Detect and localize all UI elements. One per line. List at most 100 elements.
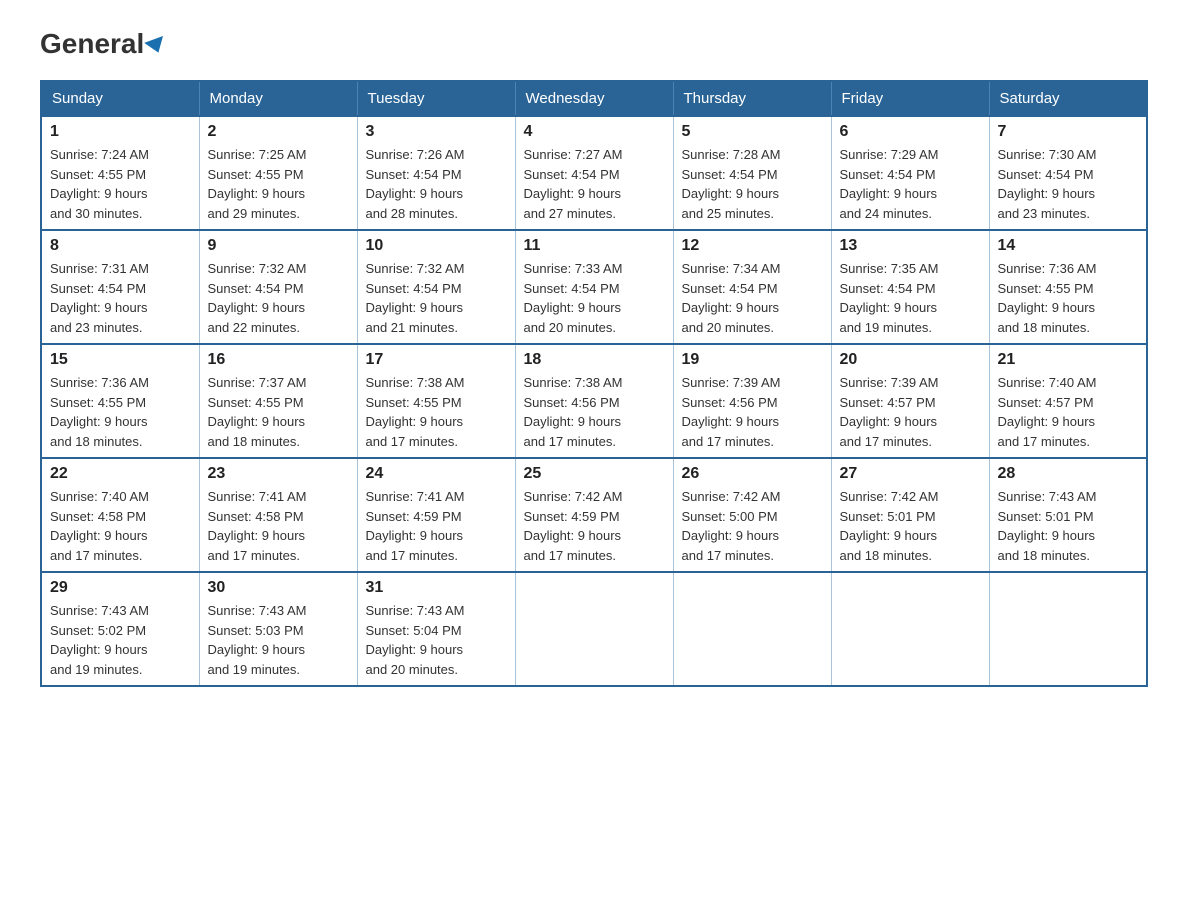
day-number: 28 — [998, 465, 1139, 483]
calendar-cell: 31 Sunrise: 7:43 AMSunset: 5:04 PMDayligh… — [357, 572, 515, 686]
calendar-cell: 24 Sunrise: 7:41 AMSunset: 4:59 PMDayligh… — [357, 458, 515, 572]
calendar-table: SundayMondayTuesdayWednesdayThursdayFrid… — [40, 80, 1148, 687]
day-header-wednesday: Wednesday — [515, 81, 673, 116]
page-header: General — [40, 30, 1148, 60]
day-number: 23 — [208, 465, 349, 483]
calendar-cell: 3 Sunrise: 7:26 AMSunset: 4:54 PMDaylight… — [357, 116, 515, 230]
day-info: Sunrise: 7:25 AMSunset: 4:55 PMDaylight:… — [208, 145, 349, 223]
day-number: 16 — [208, 351, 349, 369]
day-info: Sunrise: 7:35 AMSunset: 4:54 PMDaylight:… — [840, 259, 981, 337]
day-info: Sunrise: 7:31 AMSunset: 4:54 PMDaylight:… — [50, 259, 191, 337]
day-info: Sunrise: 7:43 AMSunset: 5:02 PMDaylight:… — [50, 601, 191, 679]
day-number: 5 — [682, 123, 823, 141]
calendar-cell: 11 Sunrise: 7:33 AMSunset: 4:54 PMDayligh… — [515, 230, 673, 344]
calendar-header-row: SundayMondayTuesdayWednesdayThursdayFrid… — [41, 81, 1147, 116]
day-info: Sunrise: 7:42 AMSunset: 5:00 PMDaylight:… — [682, 487, 823, 565]
day-number: 1 — [50, 123, 191, 141]
logo: General — [40, 30, 166, 60]
day-number: 14 — [998, 237, 1139, 255]
calendar-week-row: 1 Sunrise: 7:24 AMSunset: 4:55 PMDaylight… — [41, 116, 1147, 230]
calendar-cell: 7 Sunrise: 7:30 AMSunset: 4:54 PMDaylight… — [989, 116, 1147, 230]
day-number: 4 — [524, 123, 665, 141]
calendar-cell: 8 Sunrise: 7:31 AMSunset: 4:54 PMDaylight… — [41, 230, 199, 344]
calendar-cell: 14Sunrise: 7:36 AMSunset: 4:55 PMDayligh… — [989, 230, 1147, 344]
day-number: 31 — [366, 579, 507, 597]
day-number: 22 — [50, 465, 191, 483]
day-info: Sunrise: 7:43 AMSunset: 5:04 PMDaylight:… — [366, 601, 507, 679]
day-info: Sunrise: 7:40 AMSunset: 4:57 PMDaylight:… — [998, 373, 1139, 451]
calendar-cell — [673, 572, 831, 686]
calendar-week-row: 8 Sunrise: 7:31 AMSunset: 4:54 PMDaylight… — [41, 230, 1147, 344]
calendar-cell: 19 Sunrise: 7:39 AMSunset: 4:56 PMDayligh… — [673, 344, 831, 458]
calendar-cell: 13 Sunrise: 7:35 AMSunset: 4:54 PMDayligh… — [831, 230, 989, 344]
day-number: 11 — [524, 237, 665, 255]
day-number: 13 — [840, 237, 981, 255]
day-number: 26 — [682, 465, 823, 483]
day-info: Sunrise: 7:39 AMSunset: 4:57 PMDaylight:… — [840, 373, 981, 451]
day-number: 6 — [840, 123, 981, 141]
calendar-week-row: 29 Sunrise: 7:43 AMSunset: 5:02 PMDayligh… — [41, 572, 1147, 686]
day-info: Sunrise: 7:36 AMSunset: 4:55 PMDaylight:… — [50, 373, 191, 451]
day-header-sunday: Sunday — [41, 81, 199, 116]
calendar-cell: 29 Sunrise: 7:43 AMSunset: 5:02 PMDayligh… — [41, 572, 199, 686]
day-number: 12 — [682, 237, 823, 255]
day-number: 21 — [998, 351, 1139, 369]
day-info: Sunrise: 7:43 AMSunset: 5:01 PMDaylight:… — [998, 487, 1139, 565]
day-header-tuesday: Tuesday — [357, 81, 515, 116]
day-number: 27 — [840, 465, 981, 483]
day-number: 24 — [366, 465, 507, 483]
calendar-cell: 16 Sunrise: 7:37 AMSunset: 4:55 PMDayligh… — [199, 344, 357, 458]
calendar-cell: 25 Sunrise: 7:42 AMSunset: 4:59 PMDayligh… — [515, 458, 673, 572]
day-info: Sunrise: 7:39 AMSunset: 4:56 PMDaylight:… — [682, 373, 823, 451]
calendar-cell: 30Sunrise: 7:43 AMSunset: 5:03 PMDayligh… — [199, 572, 357, 686]
day-info: Sunrise: 7:38 AMSunset: 4:56 PMDaylight:… — [524, 373, 665, 451]
day-info: Sunrise: 7:37 AMSunset: 4:55 PMDaylight:… — [208, 373, 349, 451]
calendar-cell: 26 Sunrise: 7:42 AMSunset: 5:00 PMDayligh… — [673, 458, 831, 572]
day-number: 3 — [366, 123, 507, 141]
day-number: 19 — [682, 351, 823, 369]
day-info: Sunrise: 7:40 AMSunset: 4:58 PMDaylight:… — [50, 487, 191, 565]
day-header-monday: Monday — [199, 81, 357, 116]
day-number: 7 — [998, 123, 1139, 141]
day-info: Sunrise: 7:30 AMSunset: 4:54 PMDaylight:… — [998, 145, 1139, 223]
day-info: Sunrise: 7:26 AMSunset: 4:54 PMDaylight:… — [366, 145, 507, 223]
calendar-cell: 28 Sunrise: 7:43 AMSunset: 5:01 PMDayligh… — [989, 458, 1147, 572]
day-number: 29 — [50, 579, 191, 597]
day-number: 8 — [50, 237, 191, 255]
calendar-cell: 27 Sunrise: 7:42 AMSunset: 5:01 PMDayligh… — [831, 458, 989, 572]
day-number: 9 — [208, 237, 349, 255]
calendar-cell: 20 Sunrise: 7:39 AMSunset: 4:57 PMDayligh… — [831, 344, 989, 458]
day-number: 10 — [366, 237, 507, 255]
day-header-friday: Friday — [831, 81, 989, 116]
calendar-cell: 23 Sunrise: 7:41 AMSunset: 4:58 PMDayligh… — [199, 458, 357, 572]
calendar-cell: 22 Sunrise: 7:40 AMSunset: 4:58 PMDayligh… — [41, 458, 199, 572]
calendar-cell — [989, 572, 1147, 686]
day-info: Sunrise: 7:41 AMSunset: 4:58 PMDaylight:… — [208, 487, 349, 565]
calendar-cell: 6 Sunrise: 7:29 AMSunset: 4:54 PMDaylight… — [831, 116, 989, 230]
calendar-week-row: 15Sunrise: 7:36 AMSunset: 4:55 PMDayligh… — [41, 344, 1147, 458]
day-info: Sunrise: 7:24 AMSunset: 4:55 PMDaylight:… — [50, 145, 191, 223]
day-info: Sunrise: 7:28 AMSunset: 4:54 PMDaylight:… — [682, 145, 823, 223]
day-info: Sunrise: 7:32 AMSunset: 4:54 PMDaylight:… — [208, 259, 349, 337]
calendar-cell: 15Sunrise: 7:36 AMSunset: 4:55 PMDayligh… — [41, 344, 199, 458]
day-info: Sunrise: 7:42 AMSunset: 4:59 PMDaylight:… — [524, 487, 665, 565]
calendar-cell: 4Sunrise: 7:27 AMSunset: 4:54 PMDaylight… — [515, 116, 673, 230]
calendar-cell: 17Sunrise: 7:38 AMSunset: 4:55 PMDayligh… — [357, 344, 515, 458]
day-info: Sunrise: 7:43 AMSunset: 5:03 PMDaylight:… — [208, 601, 349, 679]
calendar-cell: 5 Sunrise: 7:28 AMSunset: 4:54 PMDaylight… — [673, 116, 831, 230]
logo-triangle-icon — [144, 36, 168, 56]
day-header-saturday: Saturday — [989, 81, 1147, 116]
calendar-cell: 12Sunrise: 7:34 AMSunset: 4:54 PMDayligh… — [673, 230, 831, 344]
calendar-cell: 9 Sunrise: 7:32 AMSunset: 4:54 PMDaylight… — [199, 230, 357, 344]
calendar-week-row: 22 Sunrise: 7:40 AMSunset: 4:58 PMDayligh… — [41, 458, 1147, 572]
day-info: Sunrise: 7:32 AMSunset: 4:54 PMDaylight:… — [366, 259, 507, 337]
day-number: 25 — [524, 465, 665, 483]
day-info: Sunrise: 7:42 AMSunset: 5:01 PMDaylight:… — [840, 487, 981, 565]
day-info: Sunrise: 7:33 AMSunset: 4:54 PMDaylight:… — [524, 259, 665, 337]
logo-text: General — [40, 30, 166, 58]
day-info: Sunrise: 7:41 AMSunset: 4:59 PMDaylight:… — [366, 487, 507, 565]
day-info: Sunrise: 7:29 AMSunset: 4:54 PMDaylight:… — [840, 145, 981, 223]
day-number: 2 — [208, 123, 349, 141]
calendar-cell — [515, 572, 673, 686]
day-number: 20 — [840, 351, 981, 369]
